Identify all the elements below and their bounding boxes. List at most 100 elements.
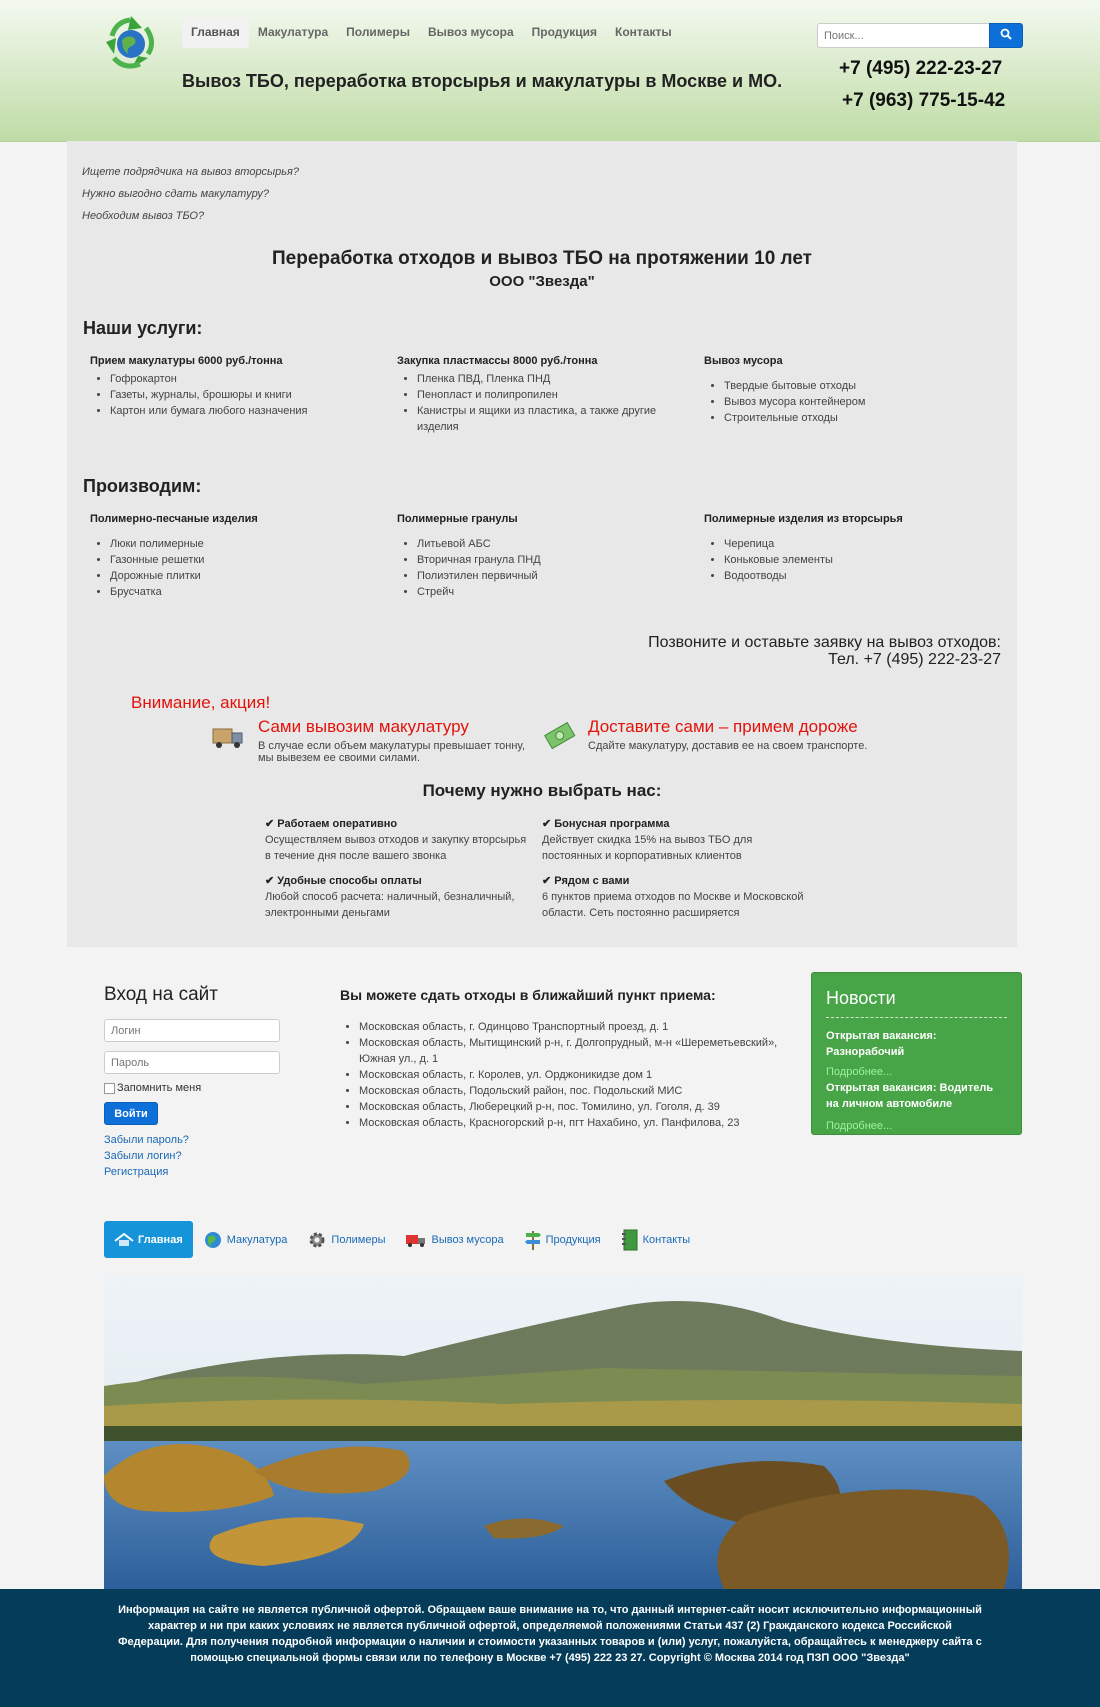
production-heading: Производим: — [83, 476, 202, 496]
list-item: Гофрокартон — [110, 371, 373, 387]
service-column: Закупка пластмассы 8000 руб./тонна Пленк… — [390, 355, 680, 435]
why-heading: Почему нужно выбрать нас: — [422, 781, 662, 800]
nav-item-polymers[interactable]: Полимеры — [337, 17, 419, 48]
menu-item-waste-removal[interactable]: Вывоз мусора — [395, 1221, 513, 1258]
site-tagline: Вывоз ТБО, переработка вторсырья и макул… — [182, 71, 783, 91]
service-column: Вывоз мусора Твердые бытовые отходы Выво… — [697, 355, 987, 426]
feature-text: Действует скидка 15% на вывоз ТБО для по… — [542, 834, 753, 862]
forgot-password-link[interactable]: Забыли пароль? — [104, 1134, 189, 1146]
search-button[interactable] — [989, 23, 1023, 48]
feature-title: ✔ Рядом с вами — [542, 875, 630, 887]
recycle-globe-logo[interactable] — [102, 14, 160, 70]
nav-item-contacts[interactable]: Контакты — [606, 17, 681, 48]
menu-item-products[interactable]: Продукция — [514, 1221, 611, 1258]
promo-right: Доставите сами – примем дороже Сдайте ма… — [588, 717, 888, 752]
top-nav: Главная Макулатура Полимеры Вывоз мусора… — [182, 17, 681, 48]
feature-text: Осуществляем вывоз отходов и закупку вто… — [265, 834, 527, 862]
search-input[interactable] — [817, 23, 989, 48]
production-column: Полимерные изделия из вторсырья Черепица… — [697, 513, 987, 584]
remember-label: Запомнить меня — [117, 1082, 202, 1094]
icon-menu: Главная Макулатура Полимеры Вывоз мусора… — [104, 1221, 700, 1258]
promo-text: В случае если объем макулатуры превышает… — [258, 740, 525, 764]
news-item-title[interactable]: Открытая вакансия: Водитель на личном ав… — [826, 1080, 1007, 1112]
login-heading: Вход на сайт — [104, 984, 218, 1005]
feature-title: ✔ Удобные способы оплаты — [265, 875, 422, 887]
production-title: Полимерные изделия из вторсырья — [704, 513, 903, 525]
feature-item: ✔ Работаем оперативно Осуществляем вывоз… — [265, 816, 535, 864]
promo-title: Сами вывозим макулатуру — [258, 717, 469, 736]
nav-item-waste-removal[interactable]: Вывоз мусора — [419, 17, 523, 48]
list-item: Московская область, Красногорский р-н, п… — [359, 1115, 800, 1131]
company-name: ООО "Звезда" — [489, 273, 595, 290]
points-list: Московская область, г. Одинцово Транспор… — [340, 1019, 800, 1131]
remember-me[interactable]: Запомнить меня — [104, 1082, 201, 1094]
feature-item: ✔ Рядом с вами 6 пунктов приема отходов … — [542, 873, 812, 921]
feature-title: ✔ Работаем оперативно — [265, 818, 398, 830]
production-title: Полимерно-песчаные изделия — [90, 513, 258, 525]
call-phone[interactable]: Тел. +7 (495) 222-23-27 — [828, 651, 1001, 669]
service-column: Прием макулатуры 6000 руб./тонна Гофрока… — [83, 355, 373, 419]
intro-question: Необходим вывоз ТБО? — [82, 210, 205, 222]
signpost-icon — [524, 1230, 541, 1250]
production-column: Полимерные гранулы Литьевой АБС Вторична… — [390, 513, 680, 600]
phone-primary[interactable]: +7 (495) 222-23-27 — [839, 58, 1002, 80]
notebook-icon — [621, 1229, 638, 1250]
list-item: Полиэтилен первичный — [417, 568, 680, 584]
menu-item-home[interactable]: Главная — [104, 1221, 193, 1258]
intro-question: Ищете подрядчика на вывоз вторсырья? — [82, 166, 300, 178]
forgot-login-link[interactable]: Забыли логин? — [104, 1150, 182, 1162]
feature-text: Любой способ расчета: наличный, безналич… — [265, 891, 515, 919]
footer-disclaimer: Информация на сайте не является публично… — [118, 1604, 982, 1664]
service-title: Закупка пластмассы 8000 руб./тонна — [397, 355, 598, 367]
menu-item-label: Главная — [138, 1233, 183, 1246]
call-to-action: Позвоните и оставьте заявку на вывоз отх… — [648, 634, 1001, 651]
site-footer: Информация на сайте не является публично… — [0, 1589, 1100, 1707]
list-item: Вторичная гранула ПНД — [417, 552, 680, 568]
password-input[interactable] — [104, 1051, 280, 1074]
list-item: Вывоз мусора контейнером — [724, 394, 987, 410]
nav-item-paper[interactable]: Макулатура — [249, 17, 337, 48]
news-more-link[interactable]: Подробнее... — [826, 1066, 1007, 1078]
truck-icon — [212, 728, 243, 748]
menu-item-polymers[interactable]: Полимеры — [297, 1221, 395, 1258]
points-heading: Вы можете сдать отходы в ближайший пункт… — [340, 987, 716, 1003]
menu-item-contacts[interactable]: Контакты — [611, 1221, 701, 1258]
news-more-link[interactable]: Подробнее... — [826, 1120, 1007, 1132]
feature-item: ✔ Удобные способы оплаты Любой способ ра… — [265, 873, 535, 921]
login-input[interactable] — [104, 1019, 280, 1042]
list-item: Черепица — [724, 536, 987, 552]
promo-left: Сами вывозим макулатуру В случае если об… — [258, 717, 538, 764]
news-item-title[interactable]: Открытая вакансия: Разнорабочий — [826, 1028, 1007, 1060]
list-item: Газонные решетки — [110, 552, 373, 568]
list-item: Канистры и ящики из пластика, а также др… — [417, 403, 680, 435]
search-icon — [1000, 28, 1012, 40]
landscape-banner — [104, 1276, 1022, 1589]
list-item: Коньковые элементы — [724, 552, 987, 568]
menu-item-label: Полимеры — [331, 1233, 386, 1246]
list-item: Стрейч — [417, 584, 680, 600]
nav-item-home[interactable]: Главная — [182, 17, 249, 48]
news-panel: Новости Открытая вакансия: Разнорабочий … — [811, 972, 1022, 1135]
menu-item-paper[interactable]: Макулатура — [193, 1221, 298, 1258]
list-item: Водоотводы — [724, 568, 987, 584]
promo-text: Сдайте макулатуру, доставив ее на своем … — [588, 740, 868, 752]
site-header: Главная Макулатура Полимеры Вывоз мусора… — [0, 0, 1100, 142]
service-title: Вывоз мусора — [704, 355, 783, 367]
nav-item-products[interactable]: Продукция — [523, 17, 606, 48]
list-item: Московская область, Подольский район, по… — [359, 1083, 800, 1099]
list-item: Пленка ПВД, Пленка ПНД — [417, 371, 680, 387]
production-title: Полимерные гранулы — [397, 513, 518, 525]
login-button[interactable]: Войти — [104, 1102, 158, 1125]
remember-checkbox[interactable] — [104, 1082, 115, 1094]
feature-title: ✔ Бонусная программа — [542, 818, 670, 830]
list-item: Московская область, Люберецкий р-н, пос.… — [359, 1099, 800, 1115]
list-item: Твердые бытовые отходы — [724, 378, 987, 394]
main-content: Ищете подрядчика на вывоз вторсырья? Нуж… — [67, 141, 1017, 947]
promo-heading: Внимание, акция! — [131, 693, 271, 712]
phone-secondary[interactable]: +7 (963) 775-15-42 — [842, 90, 1005, 112]
list-item: Газеты, журналы, брошюры и книги — [110, 387, 373, 403]
register-link[interactable]: Регистрация — [104, 1166, 168, 1178]
news-heading: Новости — [826, 988, 1007, 1018]
menu-item-label: Макулатура — [226, 1233, 288, 1246]
list-item: Строительные отходы — [724, 410, 987, 426]
